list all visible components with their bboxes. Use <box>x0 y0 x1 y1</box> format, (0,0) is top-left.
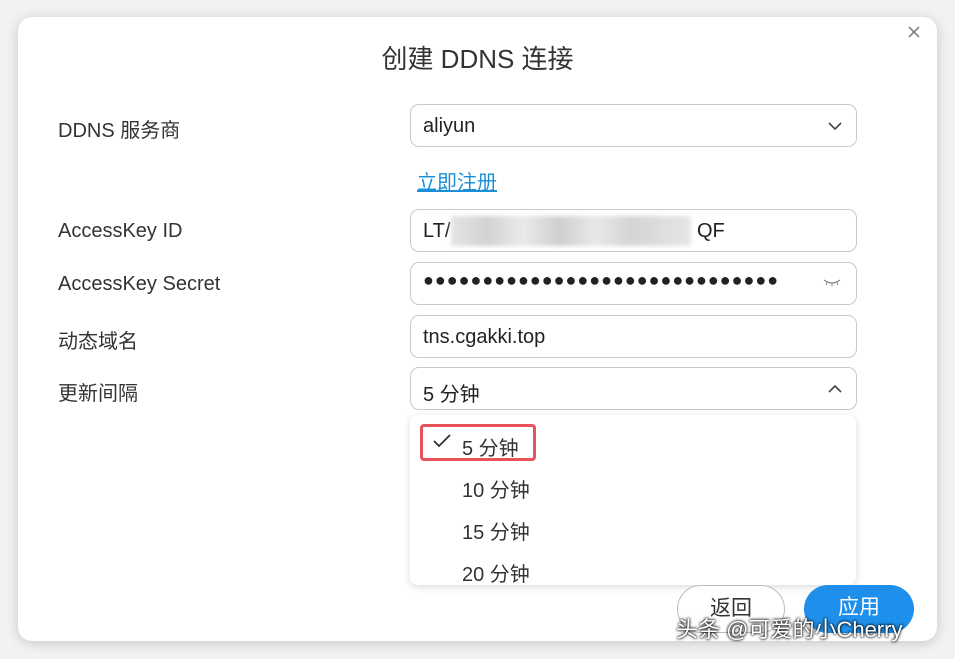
interval-option[interactable]: 5 分钟 <box>462 432 519 461</box>
register-link[interactable]: 立即注册 <box>417 166 497 195</box>
accesskey-id-input[interactable]: LT/ QF <box>410 209 857 252</box>
interval-select[interactable]: 5 分钟 <box>410 367 857 410</box>
interval-option[interactable]: 15 分钟 <box>462 516 530 545</box>
accesskey-id-label: AccessKey ID <box>58 220 183 242</box>
interval-value: 5 分钟 <box>423 384 480 406</box>
interval-option[interactable]: 10 分钟 <box>462 474 530 503</box>
accesskey-id-suffix: QF <box>697 220 725 242</box>
eye-closed-icon[interactable] <box>822 277 842 289</box>
ddns-dialog: 创建 DDNS 连接 DDNS 服务商 aliyun 立即注册 AccessKe… <box>18 17 937 641</box>
accesskey-id-prefix: LT/ <box>423 220 451 242</box>
provider-label: DDNS 服务商 <box>58 120 181 142</box>
interval-dropdown: 5 分钟 10 分钟 15 分钟 20 分钟 <box>410 415 856 585</box>
provider-select[interactable]: aliyun <box>410 104 857 147</box>
chevron-up-icon <box>828 384 842 393</box>
accesskey-secret-input[interactable]: ●●●●●●●●●●●●●●●●●●●●●●●●●●●●●● <box>410 262 857 305</box>
interval-option[interactable]: 20 分钟 <box>462 558 530 585</box>
accesskey-secret-label: AccessKey Secret <box>58 273 221 295</box>
check-icon <box>433 434 451 448</box>
domain-value: tns.cgakki.top <box>423 326 546 348</box>
dialog-title: 创建 DDNS 连接 <box>381 44 574 74</box>
chevron-down-icon <box>828 122 842 131</box>
redacted-blur <box>451 216 691 246</box>
domain-input[interactable]: tns.cgakki.top <box>410 315 857 358</box>
provider-value: aliyun <box>423 115 476 137</box>
watermark: 头条 @可爱的小Cherry <box>676 617 903 642</box>
interval-label: 更新间隔 <box>58 383 138 405</box>
domain-label: 动态域名 <box>58 331 138 353</box>
accesskey-secret-value: ●●●●●●●●●●●●●●●●●●●●●●●●●●●●●● <box>423 270 780 290</box>
